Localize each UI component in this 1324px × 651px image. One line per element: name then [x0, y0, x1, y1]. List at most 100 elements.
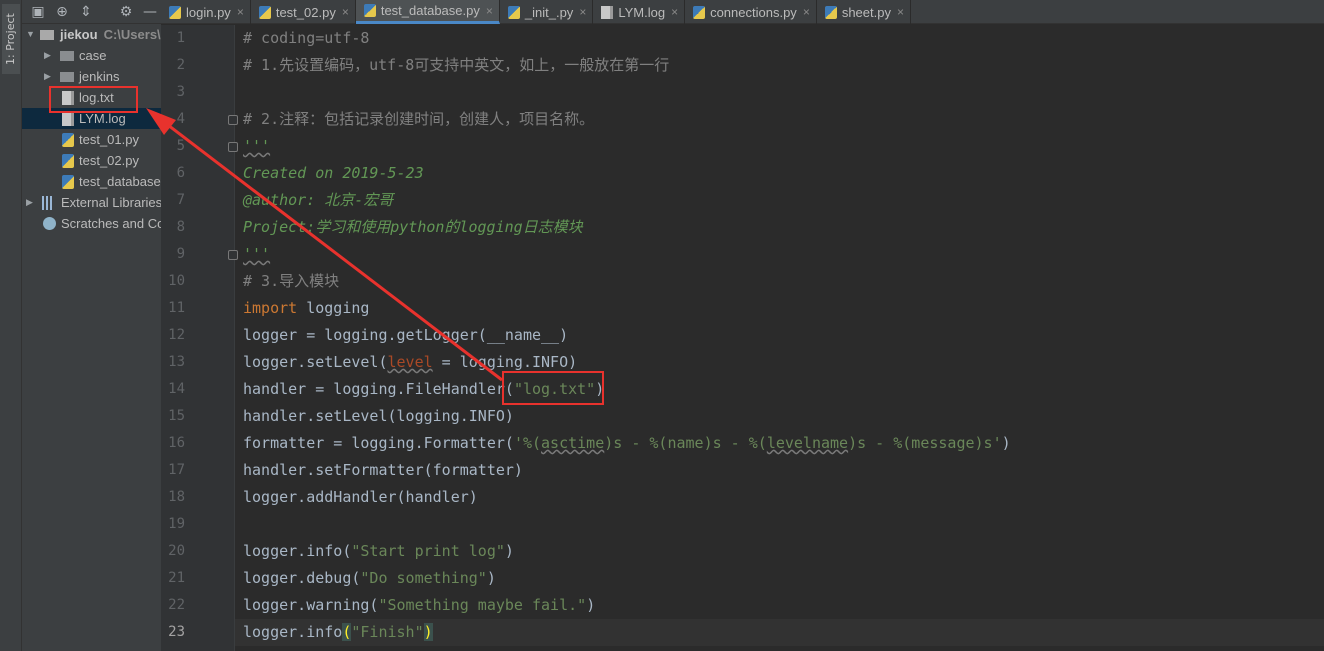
code-line[interactable]: handler.setLevel(logging.INFO): [235, 403, 1324, 430]
code-string: '%(: [513, 434, 542, 452]
python-file-icon: [363, 4, 376, 17]
scratches-icon: [43, 217, 56, 230]
close-icon[interactable]: ×: [803, 5, 810, 19]
code-text: # coding=utf-8: [243, 29, 370, 47]
project-tool-tab[interactable]: 1: Project: [2, 4, 20, 74]
line-number: 11: [168, 300, 185, 316]
code-line[interactable]: # 2.注释：包括记录创建时间，创建人，项目名称。: [235, 106, 1324, 133]
tree-item-label: test_database: [79, 174, 161, 189]
close-icon[interactable]: ×: [897, 5, 904, 19]
expand-down-icon[interactable]: ▼: [26, 24, 38, 45]
tab-init-py[interactable]: _init_.py ×: [500, 0, 594, 24]
tree-item-external-libraries[interactable]: ▶ External Libraries: [22, 192, 161, 213]
code-string: )s - %(name)s - %(: [604, 434, 767, 452]
tab-login-py[interactable]: login.py ×: [161, 0, 251, 24]
code-text: logger.info(: [243, 542, 352, 560]
tab-lym-log[interactable]: LYM.log ×: [593, 0, 686, 24]
close-icon[interactable]: ×: [671, 5, 678, 19]
line-number: 18: [168, 489, 185, 505]
code-line[interactable]: formatter = logging.Formatter('%(asctime…: [235, 430, 1324, 457]
tree-item-test-02[interactable]: test_02.py: [22, 150, 161, 171]
fold-marker-icon: [228, 250, 238, 260]
line-number: 21: [168, 570, 185, 586]
code-text: Created on 2019-5-23: [243, 164, 424, 182]
collapse-icon[interactable]: ⇕: [78, 4, 94, 20]
code-line[interactable]: [235, 79, 1324, 106]
code-string: "Start print log": [351, 542, 505, 560]
code-text: ): [504, 542, 514, 560]
tree-item-scratches[interactable]: Scratches and Co: [22, 213, 161, 234]
tree-item-jenkins[interactable]: ▶ jenkins: [22, 66, 161, 87]
code-line[interactable]: logger.debug("Do something"): [235, 565, 1324, 592]
code-text: logging: [297, 299, 370, 317]
fold-marker-icon: [228, 142, 238, 152]
code-text: handler.setLevel(logging.INFO): [243, 407, 514, 425]
line-number: 8: [176, 219, 185, 235]
expand-right-icon[interactable]: ▶: [44, 45, 56, 66]
code-string: asctime: [541, 434, 605, 452]
python-file-icon: [824, 5, 837, 19]
tab-test-database-py[interactable]: test_database.py ×: [355, 0, 500, 24]
highlight-box-log-txt: [49, 86, 138, 113]
folder-icon: [60, 51, 74, 61]
line-number: 22: [168, 597, 185, 613]
tree-item-case[interactable]: ▶ case: [22, 45, 161, 66]
code-editor[interactable]: # coding=utf-8 # 1.先设置编码，utf-8可支持中英文，如上，一…: [235, 25, 1324, 651]
line-number: 15: [168, 408, 185, 424]
code-text: # 2.注释：包括记录创建时间，创建人，项目名称。: [243, 110, 595, 128]
highlight-box-log-txt-arg: [502, 371, 604, 405]
library-icon: [42, 196, 54, 210]
close-icon[interactable]: ×: [579, 5, 586, 19]
tree-root[interactable]: ▼ jiekou C:\Users\: [22, 24, 161, 45]
code-line[interactable]: Project:学习和使用python的logging日志模块: [235, 214, 1324, 241]
python-file-icon: [693, 5, 706, 19]
tree-item-label: case: [79, 48, 107, 63]
code-line[interactable]: logger = logging.getLogger(__name__): [235, 322, 1324, 349]
code-text: logger.setLevel(: [243, 353, 388, 371]
code-text: logger.info: [243, 623, 343, 641]
settings-icon[interactable]: ⚙: [118, 4, 134, 20]
code-line[interactable]: logger.info("Finish"): [235, 619, 1324, 646]
line-number: 13: [168, 354, 185, 370]
project-view-icon[interactable]: ▣: [30, 4, 46, 20]
code-text: = logging.INFO): [432, 353, 578, 371]
python-file-icon: [169, 5, 181, 19]
code-line[interactable]: # coding=utf-8: [235, 25, 1324, 52]
python-file-icon: [62, 175, 74, 189]
close-icon[interactable]: ×: [237, 5, 244, 19]
line-number: 9: [176, 246, 185, 262]
expand-right-icon[interactable]: ▶: [44, 66, 56, 87]
tree-item-test-01[interactable]: test_01.py: [22, 129, 161, 150]
code-text: logger = logging.getLogger(__name__): [243, 326, 569, 344]
project-toolbar: ▣ ⊕ ⇕ ⚙ —: [22, 0, 161, 24]
code-line[interactable]: logger.warning("Something maybe fail."): [235, 592, 1324, 619]
locate-icon[interactable]: ⊕: [54, 4, 70, 20]
code-line[interactable]: ''': [235, 133, 1324, 160]
code-line[interactable]: logger.info("Start print log"): [235, 538, 1324, 565]
tab-test-02-py[interactable]: test_02.py ×: [251, 0, 356, 24]
code-line[interactable]: # 3.导入模块: [235, 268, 1324, 295]
tab-sheet-py[interactable]: sheet.py ×: [817, 0, 911, 24]
code-line[interactable]: ''': [235, 241, 1324, 268]
hide-icon[interactable]: —: [142, 4, 158, 20]
close-icon[interactable]: ×: [342, 5, 349, 19]
code-line[interactable]: handler = logging.FileHandler("log.txt"): [235, 376, 1324, 403]
code-line[interactable]: @author: 北京-宏哥: [235, 187, 1324, 214]
fold-marker-icon: [228, 115, 238, 125]
code-line[interactable]: logger.addHandler(handler): [235, 484, 1324, 511]
line-number: 7: [176, 192, 185, 208]
code-line[interactable]: [235, 511, 1324, 538]
code-line[interactable]: Created on 2019-5-23: [235, 160, 1324, 187]
tab-connections-py[interactable]: connections.py ×: [685, 0, 817, 24]
tree-item-test-database[interactable]: test_database: [22, 171, 161, 192]
code-string: "Something maybe fail.": [378, 596, 587, 614]
code-line[interactable]: import logging: [235, 295, 1324, 322]
expand-right-icon[interactable]: ▶: [26, 192, 38, 213]
close-icon[interactable]: ×: [486, 4, 493, 18]
code-text: logger.addHandler(handler): [243, 488, 478, 506]
code-line[interactable]: handler.setFormatter(formatter): [235, 457, 1324, 484]
code-text: logger.warning(: [243, 596, 379, 614]
code-text: ): [486, 569, 496, 587]
code-line[interactable]: # 1.先设置编码，utf-8可支持中英文，如上，一般放在第一行: [235, 52, 1324, 79]
code-line[interactable]: logger.setLevel(level = logging.INFO): [235, 349, 1324, 376]
